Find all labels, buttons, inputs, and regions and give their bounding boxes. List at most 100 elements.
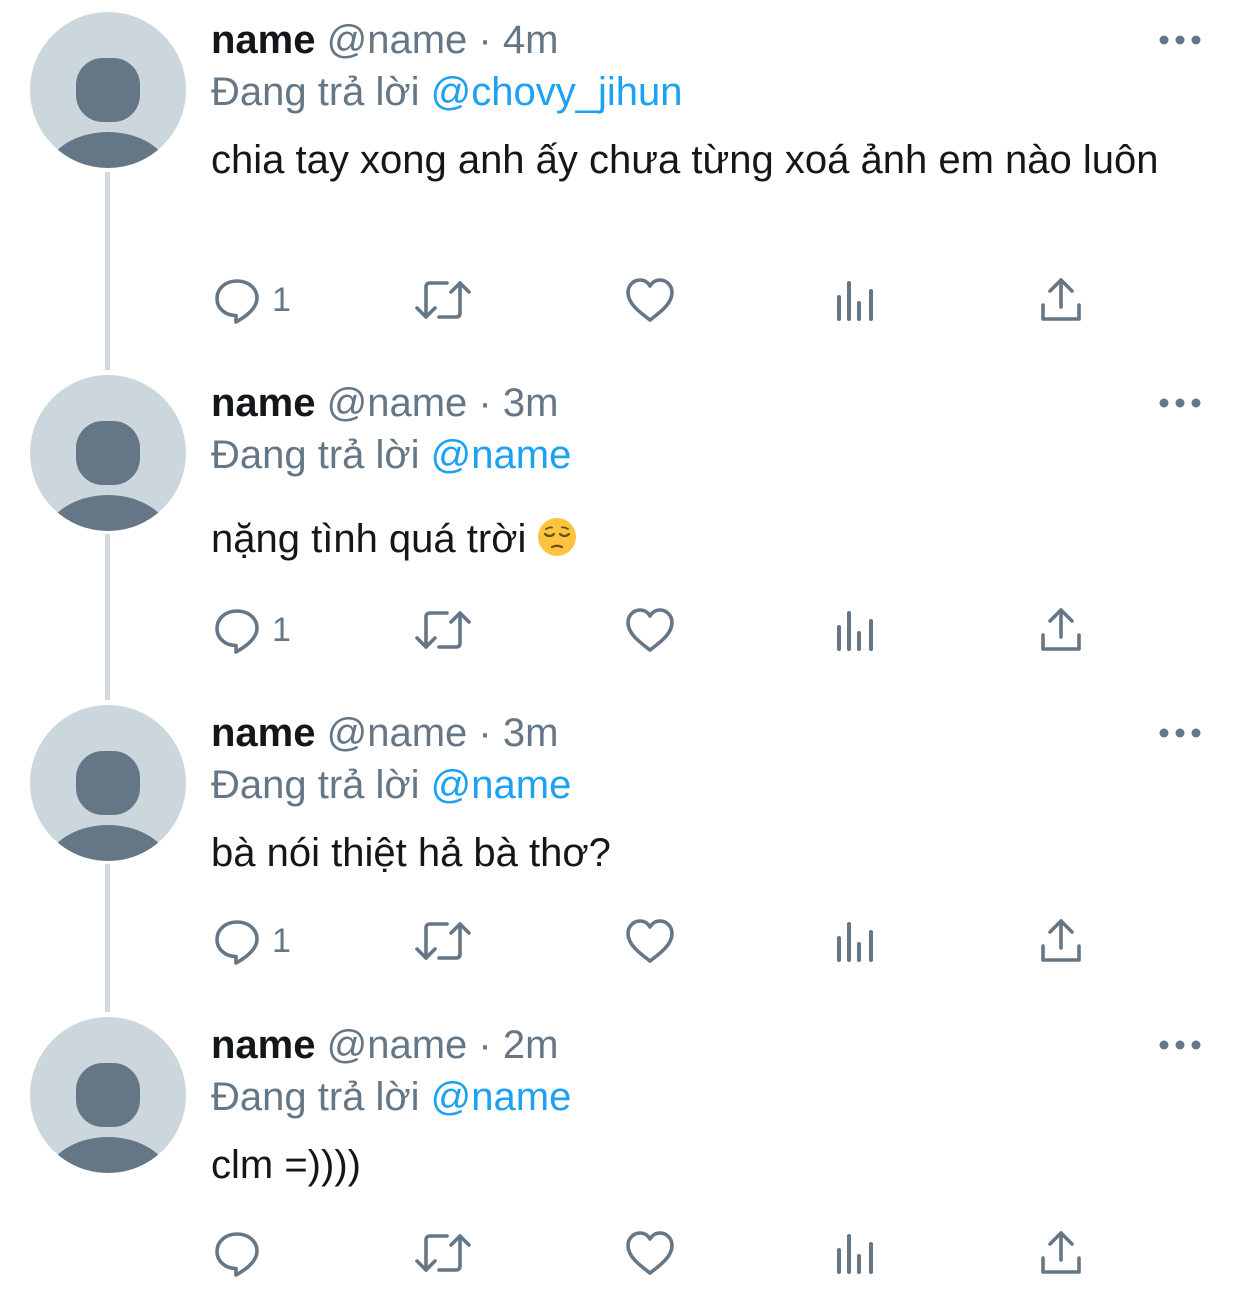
like-button[interactable]: [624, 602, 676, 658]
action-bar: 1: [0, 602, 1242, 658]
user-handle[interactable]: @name: [327, 18, 468, 62]
share-button[interactable]: [1038, 913, 1084, 969]
like-button[interactable]: [624, 913, 676, 969]
user-handle[interactable]: @name: [327, 1023, 468, 1067]
retweet-icon: [415, 1234, 471, 1272]
tweet-text: chia tay xong anh ấy chưa từng xoá ảnh e…: [211, 138, 1159, 182]
share-button[interactable]: [1038, 272, 1084, 328]
separator-dot: ·: [478, 711, 492, 755]
tweet-header: name @name · 3m: [211, 707, 558, 759]
analytics-button[interactable]: [834, 913, 878, 969]
like-button[interactable]: [624, 1225, 676, 1281]
analytics-button[interactable]: [834, 1225, 878, 1281]
retweet-button[interactable]: [414, 602, 472, 658]
avatar[interactable]: [30, 705, 186, 861]
timestamp[interactable]: 3m: [503, 711, 559, 755]
reply-button[interactable]: 1: [212, 272, 291, 328]
analytics-icon: [837, 1234, 873, 1274]
like-button[interactable]: [624, 272, 676, 328]
separator-dot: ·: [478, 18, 492, 62]
more-icon: [1159, 35, 1201, 45]
share-icon: [1041, 608, 1081, 651]
reply-icon: [215, 279, 259, 324]
separator-dot: ·: [478, 381, 492, 425]
reply-icon: [215, 1232, 259, 1277]
timestamp[interactable]: 2m: [503, 1023, 559, 1067]
share-icon: [1041, 919, 1081, 962]
reply-mention-link[interactable]: @name: [431, 763, 572, 807]
replying-to: Đang trả lời @name: [211, 429, 571, 481]
more-options-button[interactable]: [1158, 30, 1202, 50]
like-icon: [626, 278, 674, 322]
timestamp[interactable]: 3m: [503, 381, 559, 425]
default-avatar-icon: [44, 421, 172, 531]
tweet[interactable]: name @name · 3m Đang trả lời @name nặng …: [0, 363, 1242, 693]
action-bar: 1: [0, 913, 1242, 969]
display-name[interactable]: name: [211, 711, 316, 755]
tweet-text-container: nặng tình quá trời: [211, 513, 1191, 565]
reply-button[interactable]: 1: [212, 602, 291, 658]
more-options-button[interactable]: [1158, 723, 1202, 743]
retweet-button[interactable]: [414, 1225, 472, 1281]
reply-icon: [215, 609, 259, 654]
replying-to: Đang trả lời @name: [211, 759, 571, 811]
reply-button[interactable]: [212, 1225, 272, 1281]
analytics-icon: [837, 922, 873, 962]
analytics-button[interactable]: [834, 602, 878, 658]
reply-mention-link[interactable]: @name: [431, 1075, 572, 1119]
replying-to-label: Đang trả lời: [211, 1075, 420, 1119]
separator-dot: ·: [478, 1023, 492, 1067]
share-button[interactable]: [1038, 1225, 1084, 1281]
replying-to: Đang trả lời @chovy_jihun: [211, 66, 683, 118]
reply-button[interactable]: 1: [212, 913, 291, 969]
analytics-button[interactable]: [834, 272, 878, 328]
tweet-text: nặng tình quá trời: [211, 517, 527, 561]
display-name[interactable]: name: [211, 18, 316, 62]
reply-count: 1: [272, 610, 291, 649]
timestamp[interactable]: 4m: [503, 18, 559, 62]
avatar[interactable]: [30, 375, 186, 531]
replying-to-label: Đang trả lời: [211, 433, 420, 477]
default-avatar-icon: [44, 751, 172, 861]
like-icon: [626, 1231, 674, 1275]
reply-count: 1: [272, 921, 291, 960]
action-bar: [0, 1225, 1242, 1281]
pensive-face-emoji-icon: [538, 518, 577, 556]
share-icon: [1041, 278, 1081, 321]
more-icon: [1159, 728, 1201, 738]
reply-count: 1: [272, 280, 291, 319]
reply-icon: [215, 920, 259, 965]
action-bar: 1: [0, 272, 1242, 328]
reply-mention-link[interactable]: @name: [431, 433, 572, 477]
analytics-icon: [837, 281, 873, 321]
tweet[interactable]: name @name · 2m Đang trả lời @name clm =…: [0, 1005, 1242, 1291]
retweet-button[interactable]: [414, 913, 472, 969]
retweet-icon: [415, 922, 471, 960]
share-icon: [1041, 1231, 1081, 1274]
tweet[interactable]: name @name · 4m Đang trả lời @chovy_jihu…: [0, 0, 1242, 362]
tweet-text: bà nói thiệt hả bà thơ?: [211, 831, 611, 875]
user-handle[interactable]: @name: [327, 711, 468, 755]
more-icon: [1159, 1040, 1201, 1050]
avatar[interactable]: [30, 12, 186, 168]
analytics-icon: [837, 611, 873, 651]
replying-to-label: Đang trả lời: [211, 70, 420, 114]
like-icon: [626, 608, 674, 652]
display-name[interactable]: name: [211, 381, 316, 425]
share-button[interactable]: [1038, 602, 1084, 658]
display-name[interactable]: name: [211, 1023, 316, 1067]
default-avatar-icon: [44, 1063, 172, 1173]
like-icon: [626, 919, 674, 963]
tweet-header: name @name · 2m: [211, 1019, 558, 1071]
more-icon: [1159, 398, 1201, 408]
tweet-header: name @name · 3m: [211, 377, 558, 429]
tweet[interactable]: name @name · 3m Đang trả lời @name bà nó…: [0, 693, 1242, 1005]
more-options-button[interactable]: [1158, 1035, 1202, 1055]
reply-mention-link[interactable]: @chovy_jihun: [431, 70, 683, 114]
user-handle[interactable]: @name: [327, 381, 468, 425]
retweet-button[interactable]: [414, 272, 472, 328]
more-options-button[interactable]: [1158, 393, 1202, 413]
retweet-icon: [415, 281, 471, 319]
avatar[interactable]: [30, 1017, 186, 1173]
tweet-text: clm =)))): [211, 1143, 361, 1187]
